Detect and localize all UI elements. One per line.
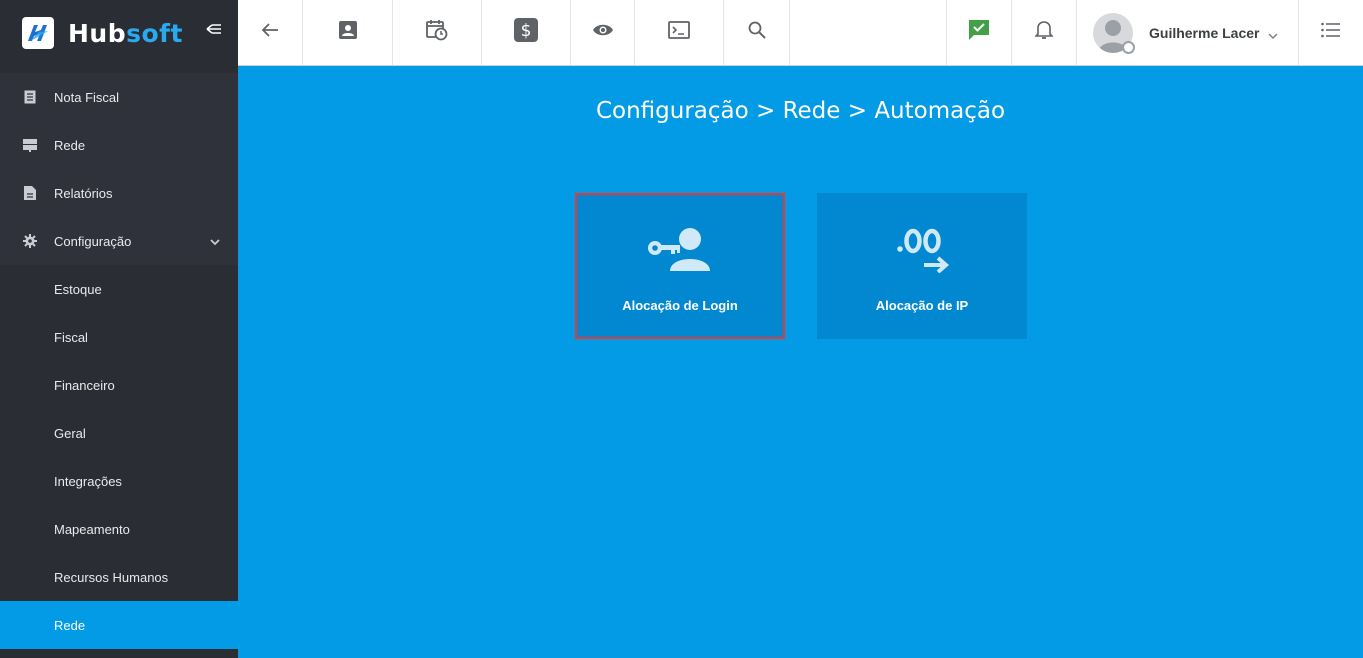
- brand-name-part2: soft: [126, 18, 184, 48]
- list-menu-button[interactable]: [1299, 0, 1363, 65]
- card-alocacao-de-ip[interactable]: Alocação de IP: [817, 193, 1027, 339]
- schedule-button[interactable]: [393, 0, 482, 65]
- card-alocacao-de-login[interactable]: Alocação de Login: [575, 193, 785, 339]
- card-grid: Alocação de Login Alocação de IP: [575, 193, 1027, 339]
- sidebar-item-label: Relatórios: [54, 185, 113, 201]
- svg-text:$: $: [521, 21, 532, 41]
- card-label: Alocação de IP: [875, 298, 969, 313]
- brand-name-part1: Hub: [68, 18, 127, 48]
- sidebar: Hubsoft Nota Fiscal Rede Relatórios Conf…: [0, 0, 238, 658]
- sidebar-item-relatorios[interactable]: Relatórios: [0, 169, 238, 217]
- sidebar-subitem-label: Integrações: [54, 473, 122, 489]
- sidebar-subitem-geral[interactable]: Geral: [0, 409, 238, 457]
- sidebar-item-label: Rede: [54, 137, 86, 153]
- user-name: Guilherme Lacer: [1149, 24, 1260, 41]
- user-menu[interactable]: Guilherme Lacer: [1077, 0, 1299, 65]
- user-status-icon: [1122, 41, 1135, 54]
- sidebar-item-rede[interactable]: Rede: [0, 121, 238, 169]
- sidebar-subitem-recursos-humanos[interactable]: Recursos Humanos: [0, 553, 238, 601]
- key-user-icon: [646, 227, 714, 273]
- topbar-spacer: [790, 0, 947, 65]
- sidebar-subitem-label: Estoque: [54, 281, 102, 297]
- sidebar-subitem-mapeamento[interactable]: Mapeamento: [0, 505, 238, 553]
- sidebar-subitem-label: Geral: [54, 425, 86, 441]
- sidebar-subitem-financeiro[interactable]: Financeiro: [0, 361, 238, 409]
- bell-icon: [1034, 20, 1054, 45]
- topbar: $ Guilherme Lacer: [238, 0, 1363, 66]
- sidebar-subitem-rede[interactable]: Rede: [0, 601, 238, 649]
- page-title-breadcrumb: Configuração > Rede > Automação: [595, 98, 1006, 124]
- brand-name: Hubsoft: [68, 19, 183, 48]
- view-button[interactable]: [571, 0, 635, 65]
- sidebar-item-nota-fiscal[interactable]: Nota Fiscal: [0, 73, 238, 121]
- back-arrow-icon: [261, 22, 279, 43]
- card-label: Alocação de Login: [622, 298, 738, 313]
- chevron-down-icon: [1268, 27, 1278, 45]
- sidebar-subitem-label: Recursos Humanos: [54, 569, 169, 585]
- sidebar-item-configuracao[interactable]: Configuração: [0, 217, 238, 265]
- sidebar-item-label: Configuração: [54, 233, 132, 249]
- sidebar-subitem-label: Fiscal: [54, 329, 88, 345]
- eye-icon: [592, 23, 614, 42]
- finance-button[interactable]: $: [482, 0, 571, 65]
- sidebar-subitem-estoque[interactable]: Estoque: [0, 265, 238, 313]
- calendar-clock-icon: [426, 19, 448, 46]
- sidebar-subitem-integracoes[interactable]: Integrações: [0, 457, 238, 505]
- contact-card-icon: [338, 21, 357, 44]
- report-icon: [22, 185, 38, 201]
- chat-button[interactable]: [947, 0, 1012, 65]
- sidebar-subitem-label: Mapeamento: [54, 521, 130, 537]
- brand-header: Hubsoft: [0, 0, 238, 66]
- dollar-icon: $: [514, 18, 538, 47]
- sidebar-subitem-fiscal[interactable]: Fiscal: [0, 313, 238, 361]
- back-button[interactable]: [238, 0, 303, 65]
- menu-partial-row: [0, 66, 238, 73]
- search-button[interactable]: [724, 0, 790, 65]
- sidebar-subitem-label: Financeiro: [54, 377, 115, 393]
- chat-check-icon: [969, 20, 989, 45]
- ip-arrow-icon: [892, 227, 952, 273]
- notifications-button[interactable]: [1012, 0, 1077, 65]
- hubsoft-logo-icon: [22, 17, 54, 49]
- chevron-down-icon: [210, 234, 220, 249]
- terminal-button[interactable]: [635, 0, 724, 65]
- collapse-sidebar-icon[interactable]: [206, 22, 226, 42]
- search-icon: [748, 21, 766, 44]
- contacts-button[interactable]: [303, 0, 393, 65]
- document-icon: [22, 89, 38, 105]
- gear-icon: [22, 233, 38, 249]
- list-menu-icon: [1321, 22, 1341, 43]
- server-icon: [22, 137, 38, 153]
- sidebar-subitem-label: Rede: [54, 617, 86, 633]
- terminal-icon: [668, 21, 690, 44]
- sidebar-menu: Nota Fiscal Rede Relatórios Configuração…: [0, 66, 238, 649]
- sidebar-item-label: Nota Fiscal: [54, 89, 120, 105]
